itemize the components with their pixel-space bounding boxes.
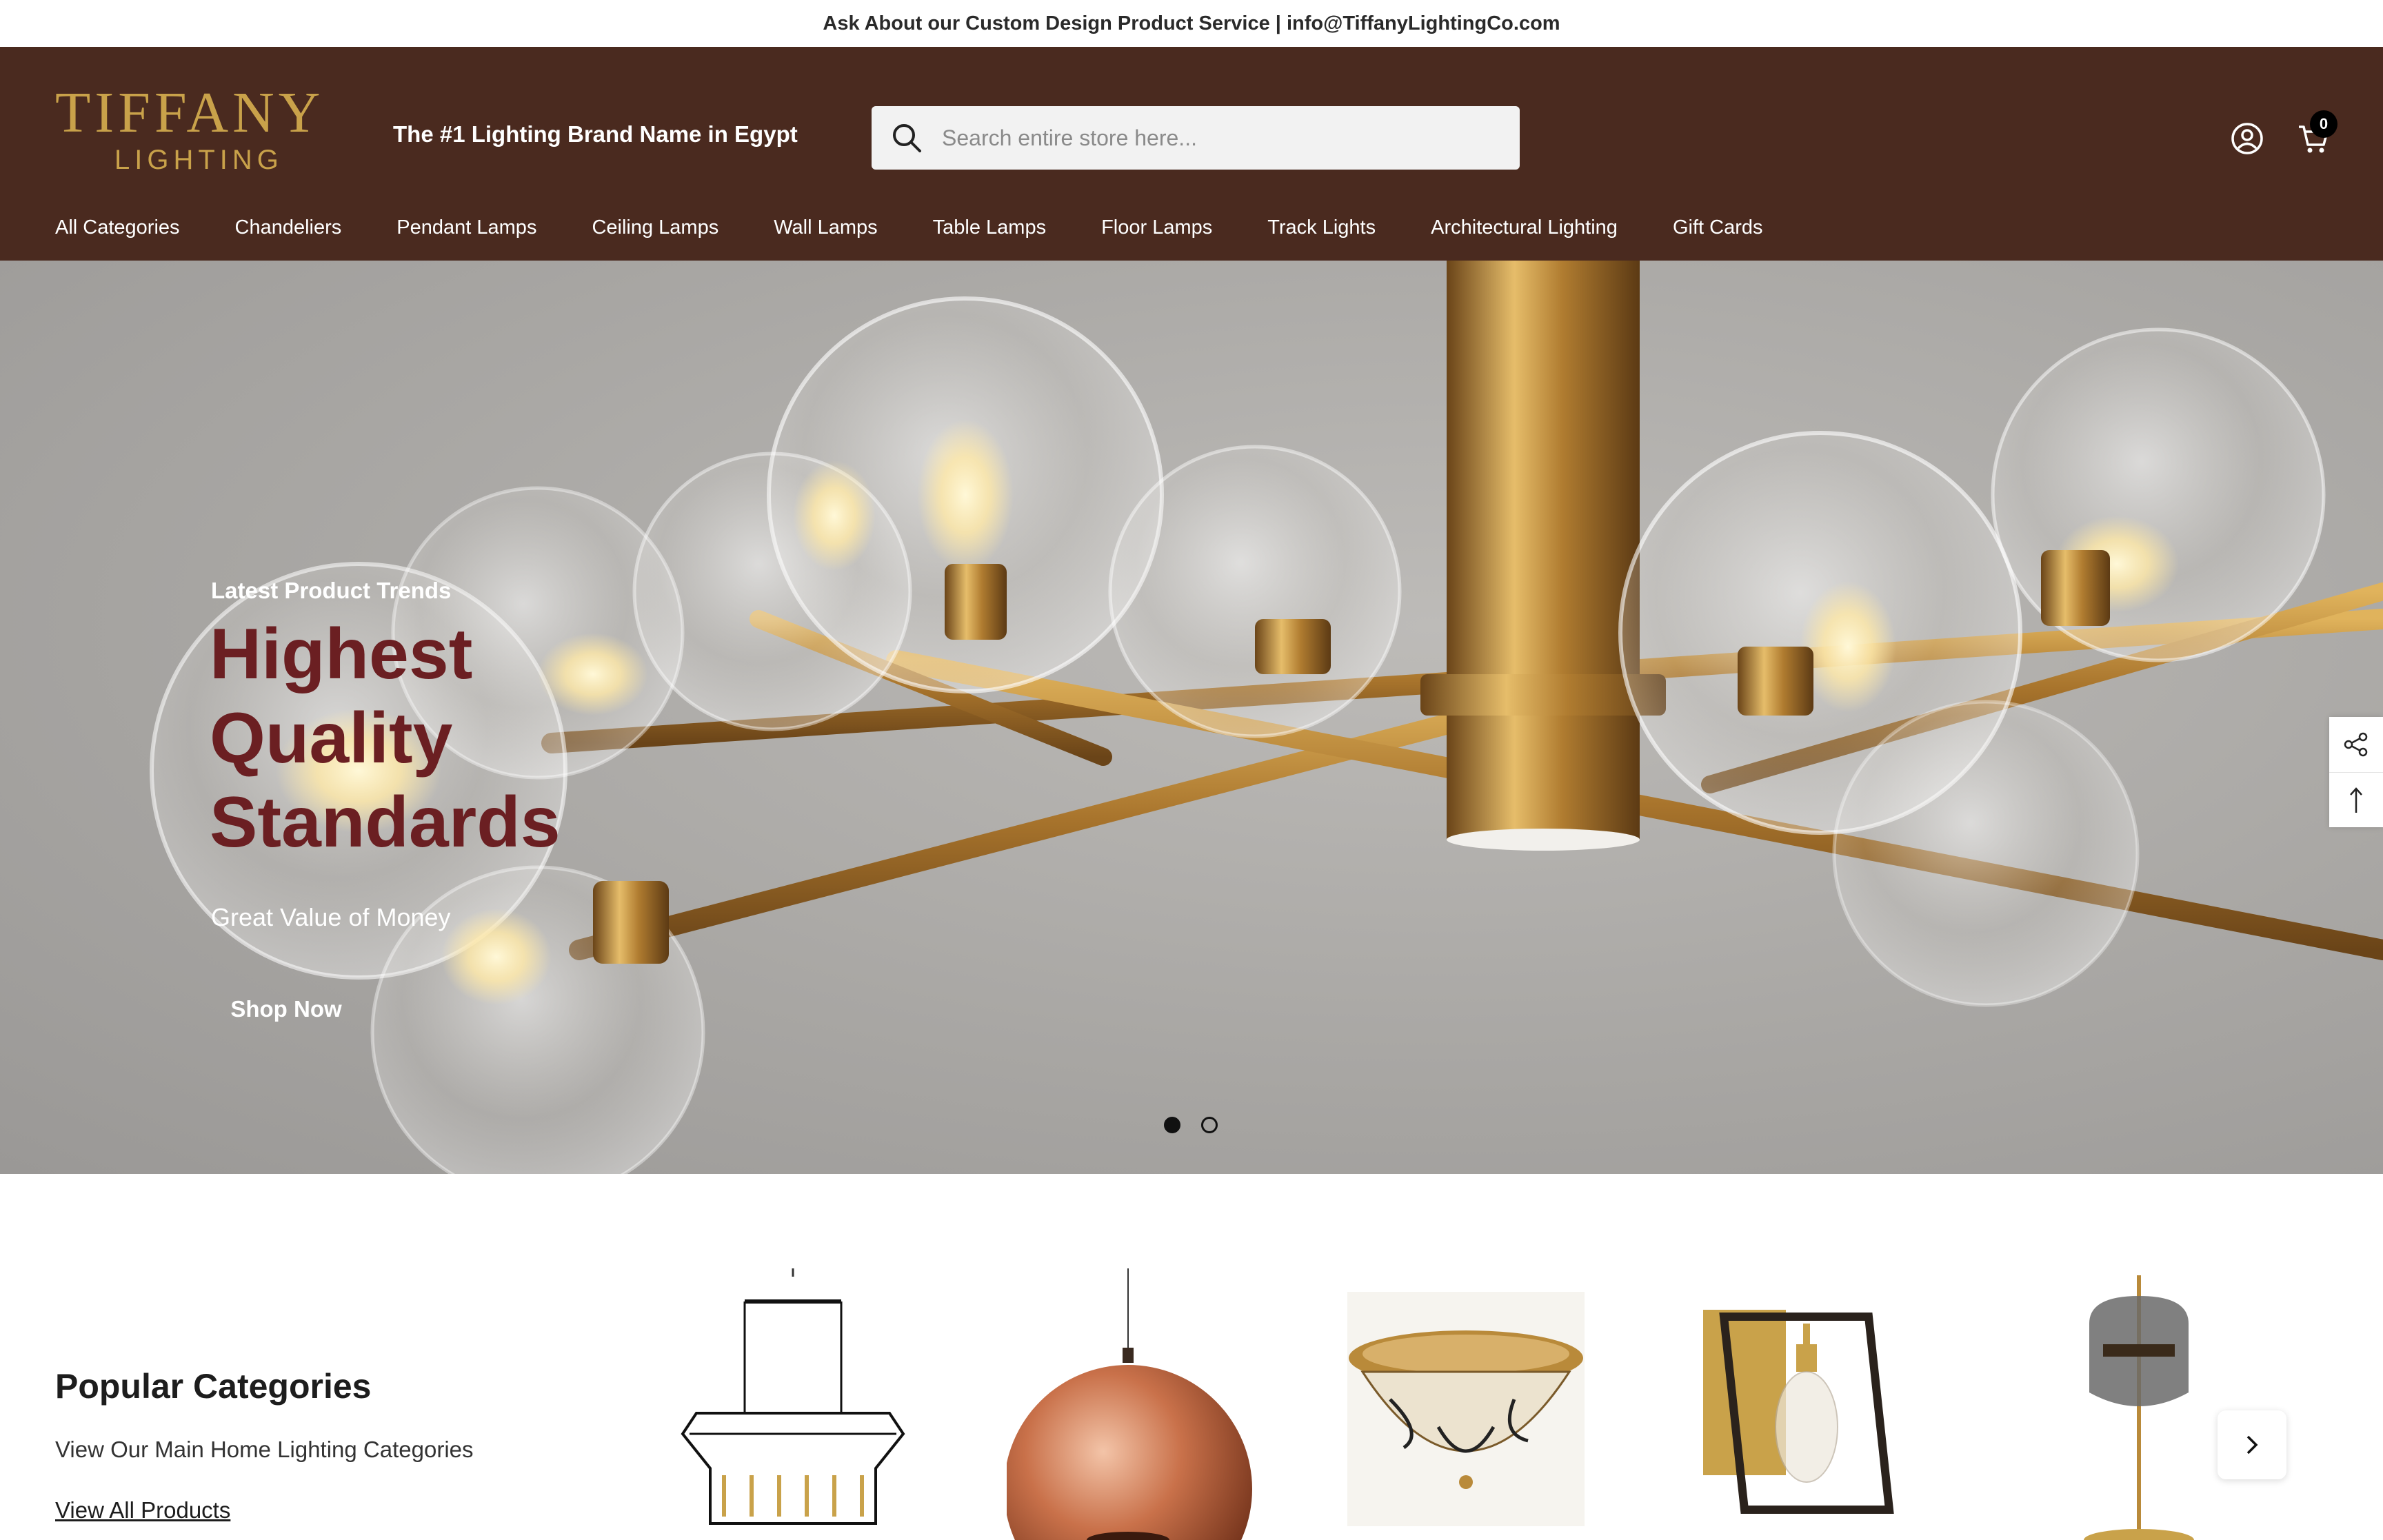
table-lamp-image: [2084, 1275, 2194, 1540]
nav-item-gift-cards[interactable]: Gift Cards: [1673, 216, 1763, 239]
nav-item-floor-lamps[interactable]: Floor Lamps: [1101, 216, 1212, 239]
category-card-copper-pendant[interactable]: [1004, 1268, 1255, 1540]
chevron-right-icon: [2246, 1435, 2258, 1455]
category-card-table-lamp[interactable]: [2020, 1268, 2269, 1540]
category-card-ceiling-lamp[interactable]: [1342, 1268, 1590, 1540]
cart-count-badge: 0: [2310, 110, 2337, 138]
slider-dot-2[interactable]: [1201, 1117, 1218, 1133]
nav-item-track-lights[interactable]: Track Lights: [1267, 216, 1376, 239]
popular-title: Popular Categories: [55, 1367, 372, 1406]
arrow-up-icon: [2350, 787, 2362, 813]
search-input[interactable]: [942, 125, 1507, 151]
nav-item-ceiling-lamps[interactable]: Ceiling Lamps: [592, 216, 718, 239]
linear-chandelier-image: [681, 1268, 905, 1525]
hero-eyebrow: Latest Product Trends: [211, 578, 452, 603]
nav-item-wall-lamps[interactable]: Wall Lamps: [774, 216, 877, 239]
logo-subtitle: LIGHTING: [114, 145, 283, 175]
logo[interactable]: TIFFANY LIGHTING: [55, 84, 320, 175]
slider-dots: [1164, 1117, 1218, 1133]
hero-title: Highest Quality Standards: [210, 614, 561, 862]
nav-item-all-categories[interactable]: All Categories: [55, 216, 180, 239]
back-to-top-button[interactable]: [2329, 772, 2383, 827]
share-icon: [2344, 732, 2368, 757]
side-tools: [2329, 717, 2383, 827]
view-all-products-link[interactable]: View All Products: [55, 1497, 230, 1523]
hero-subtitle: Great Value of Money: [211, 903, 451, 931]
share-button[interactable]: [2329, 717, 2383, 772]
search-icon[interactable]: [889, 121, 924, 155]
search-bar: [872, 106, 1520, 170]
announcement-bar: Ask About our Custom Design Product Serv…: [0, 0, 2383, 47]
site-header: TIFFANY LIGHTING The #1 Lighting Brand N…: [0, 47, 2383, 261]
slider-dot-1[interactable]: [1164, 1117, 1180, 1133]
brand-tagline: The #1 Lighting Brand Name in Egypt: [393, 121, 798, 147]
ceiling-lamp-image: [1347, 1292, 1585, 1526]
carousel-next-button[interactable]: [2218, 1410, 2286, 1479]
category-card-wall-lamp[interactable]: [1682, 1268, 1931, 1540]
hero-slider: Latest Product Trends Highest Quality St…: [0, 261, 2383, 1174]
announcement-text: Ask About our Custom Design Product Serv…: [823, 12, 1560, 34]
popular-subtitle: View Our Main Home Lighting Categories: [55, 1437, 474, 1462]
main-nav: All Categories Chandeliers Pendant Lamps…: [55, 207, 1818, 248]
category-card-linear-chandelier[interactable]: [669, 1268, 917, 1540]
nav-item-chandeliers[interactable]: Chandeliers: [235, 216, 342, 239]
nav-item-table-lamps[interactable]: Table Lamps: [933, 216, 1046, 239]
logo-wordmark: TIFFANY: [55, 81, 325, 145]
copper-pendant-image: [1004, 1268, 1252, 1540]
nav-item-pendant-lamps[interactable]: Pendant Lamps: [396, 216, 536, 239]
shop-now-button[interactable]: Shop Now: [211, 984, 361, 1034]
account-icon[interactable]: [2230, 121, 2264, 156]
wall-lamp-image: [1703, 1310, 1894, 1514]
nav-item-architectural-lighting[interactable]: Architectural Lighting: [1431, 216, 1618, 239]
